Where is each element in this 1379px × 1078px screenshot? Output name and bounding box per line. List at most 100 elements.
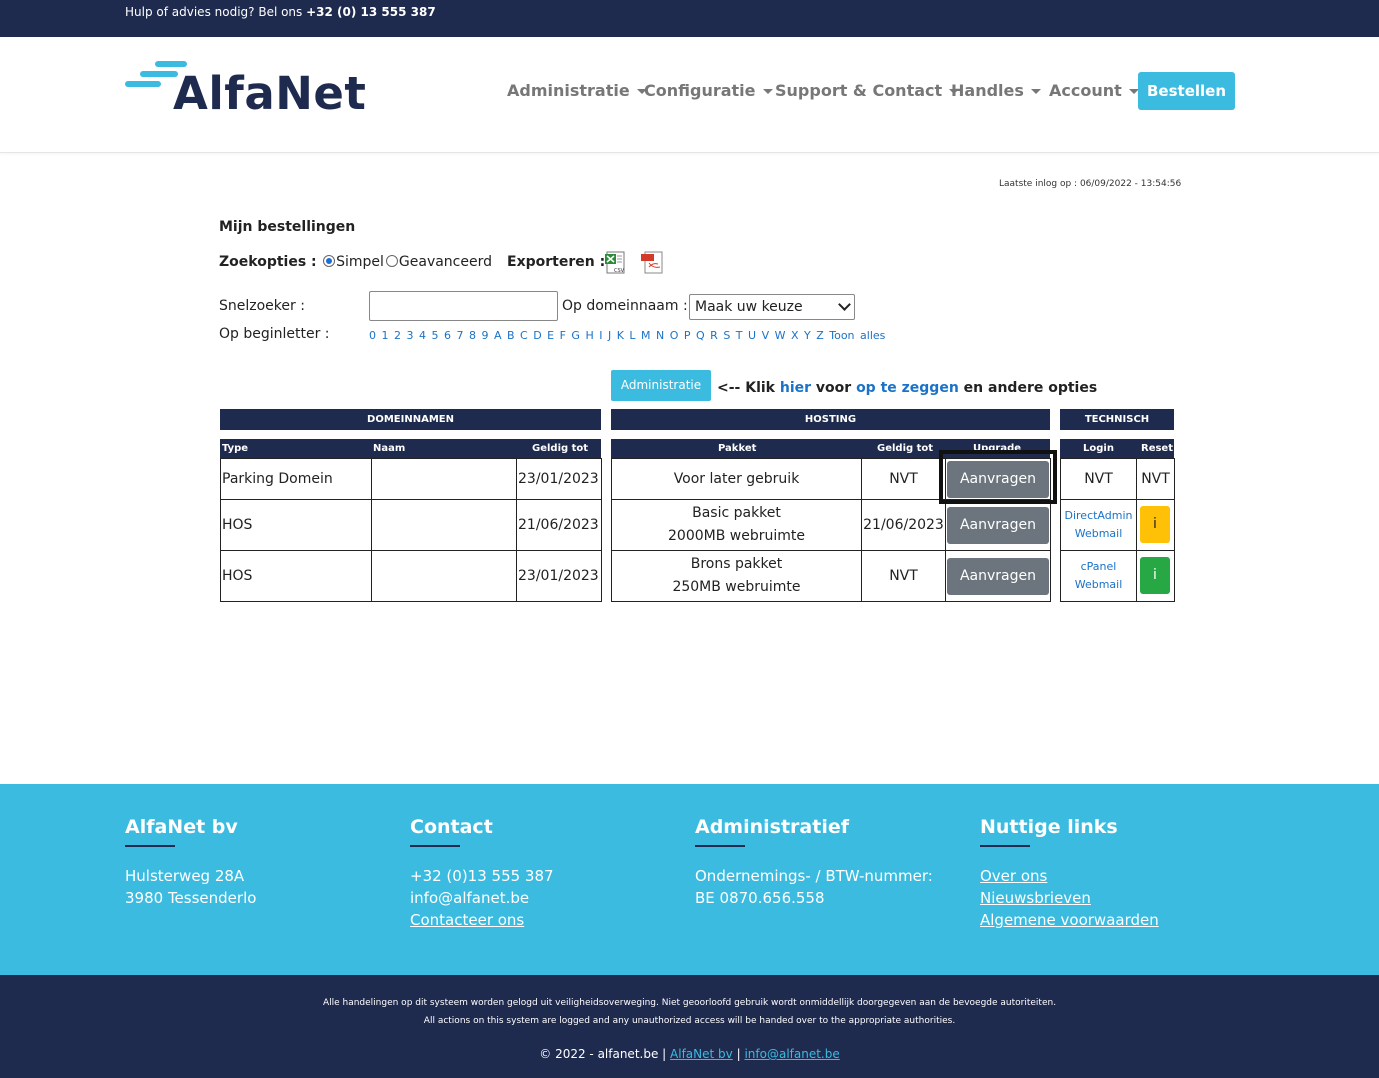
quick-search-label: Snelzoeker :: [219, 298, 305, 314]
caret-down-icon: [762, 89, 773, 94]
footer-links-title: Nuttige links: [980, 816, 1118, 838]
footer-links: Nuttige links Over ons Nieuwsbrieven Alg…: [980, 816, 1159, 931]
footer-divider: [695, 845, 745, 847]
order-button[interactable]: Bestellen: [1138, 72, 1235, 110]
footer-phone[interactable]: +32 (0)13 555 387: [410, 865, 554, 887]
alfanet-logo[interactable]: AlfaNet: [125, 59, 367, 120]
search-options-label: Zoekopties :: [219, 254, 317, 270]
export-label: Exporteren :: [507, 254, 606, 270]
cell-name: [371, 550, 517, 602]
cpanel-link[interactable]: cPanel: [1081, 558, 1117, 576]
nav-label: Account: [1049, 81, 1122, 100]
footer-company-title: AlfaNet bv: [125, 816, 238, 838]
csv-file-icon[interactable]: CSV: [604, 251, 628, 275]
footer-address-2: 3980 Tessenderlo: [125, 889, 257, 907]
footer-vat-label: Ondernemings- / BTW-nummer:: [695, 867, 933, 885]
package-line2: 2000MB webruimte: [668, 528, 805, 544]
package-line1: Voor later gebruik: [673, 471, 800, 487]
cell-type: HOS: [220, 550, 372, 602]
cell-reset: NVT: [1136, 458, 1175, 500]
administratie-button[interactable]: Administratie: [611, 370, 711, 401]
contact-link[interactable]: Contacteer ons: [410, 911, 524, 929]
package-line2: 250MB webruimte: [672, 579, 801, 595]
legal-notice-en: All actions on this system are logged an…: [423, 1016, 956, 1026]
cell-type: HOS: [220, 499, 372, 551]
cell-package: Voor later gebruik: [611, 458, 862, 500]
help-phone[interactable]: +32 (0) 13 555 387: [306, 5, 436, 19]
hint-prefix: <-- Klik: [717, 380, 775, 396]
nav-account[interactable]: Account: [1049, 81, 1139, 100]
domain-column-headers: Type Naam Geldig tot: [220, 439, 601, 458]
link-nieuwsbrieven[interactable]: Nieuwsbrieven: [980, 889, 1091, 907]
footer-address-1: Hulsterweg 28A: [125, 867, 245, 885]
letter-filter-label: Op beginletter :: [219, 326, 330, 342]
pdf-file-icon[interactable]: [640, 251, 666, 275]
nav-administratie[interactable]: Administratie: [507, 81, 647, 100]
caret-down-icon: [1030, 89, 1041, 94]
hint-link-cancel[interactable]: op te zeggen: [856, 380, 959, 396]
section-domains: DOMEINNAMEN: [220, 409, 601, 430]
chevron-down-icon: [838, 298, 851, 311]
nav-support-contact[interactable]: Support & Contact: [775, 81, 960, 100]
col-package: Pakket: [718, 443, 757, 454]
cell-valid: 21/06/2023: [516, 499, 602, 551]
footer-company: AlfaNet bv Hulsterweg 28A 3980 Tessenderl…: [125, 816, 256, 909]
letter-filter-links[interactable]: 0 1 2 3 4 5 6 7 8 9 A B C D E F G H I J …: [369, 329, 885, 342]
hint-link-here[interactable]: hier: [780, 380, 811, 396]
reset-info-button[interactable]: i: [1140, 557, 1170, 594]
nav-label: Configuratie: [644, 81, 756, 100]
nav-label: Support & Contact: [775, 81, 943, 100]
cell-package: Basic pakket 2000MB webruimte: [611, 499, 862, 551]
cell-name: [371, 499, 517, 551]
section-hosting: HOSTING: [611, 409, 1050, 430]
section-technical: TECHNISCH: [1060, 409, 1174, 430]
package-line1: Basic pakket: [692, 505, 781, 521]
footer-divider: [410, 845, 460, 847]
svg-text:CSV: CSV: [614, 268, 625, 274]
nav-handles[interactable]: Handles: [951, 81, 1041, 100]
col-name: Naam: [373, 443, 406, 454]
radio-advanced[interactable]: [385, 255, 398, 267]
upgrade-request-button[interactable]: Aanvragen: [947, 558, 1049, 595]
footer-divider: [125, 845, 175, 847]
page-title: Mijn bestellingen: [219, 219, 356, 235]
cell-name: [371, 458, 517, 500]
link-over-ons[interactable]: Over ons: [980, 867, 1047, 885]
domain-filter-label: Op domeinnaam :: [562, 298, 688, 314]
footer-contact: Contact +32 (0)13 555 387 info@alfanet.be…: [410, 816, 554, 931]
footer-admin-title: Administratief: [695, 816, 849, 838]
hint-text: <-- Klik hier voor op te zeggen en ander…: [717, 380, 1097, 396]
col-type: Type: [222, 443, 249, 454]
radio-simple-label: Simpel: [336, 254, 384, 270]
link-voorwaarden[interactable]: Algemene voorwaarden: [980, 911, 1159, 929]
footer-admin: Administratief Ondernemings- / BTW-numme…: [695, 816, 933, 909]
cell-valid2: 21/06/2023: [861, 499, 946, 551]
domain-select-value: Maak uw keuze: [695, 299, 803, 315]
cell-valid: 23/01/2023: [516, 550, 602, 602]
logo-text: AlfaNet: [173, 67, 367, 120]
nav-configuratie[interactable]: Configuratie: [644, 81, 773, 100]
hint-suffix: en andere opties: [963, 380, 1098, 396]
nav-label: Administratie: [507, 81, 630, 100]
upgrade-request-button[interactable]: Aanvragen: [947, 507, 1049, 544]
bottom-bar: Alle handelingen op dit systeem worden g…: [0, 975, 1379, 1078]
site-header: AlfaNet Administratie Configuratie Suppo…: [0, 37, 1379, 153]
footer-email-link[interactable]: info@alfanet.be: [744, 1047, 839, 1061]
cell-type: Parking Domein: [220, 458, 372, 500]
radio-simple[interactable]: [323, 255, 336, 267]
col-login: Login: [1083, 443, 1114, 454]
login-text: NVT: [1084, 471, 1113, 487]
footer-contact-title: Contact: [410, 816, 493, 838]
last-login: Laatste inlog op : 06/09/2022 - 13:54:56: [999, 179, 1182, 189]
domain-select[interactable]: Maak uw keuze: [689, 294, 855, 320]
webmail-link[interactable]: Webmail: [1075, 576, 1123, 594]
directadmin-link[interactable]: DirectAdmin: [1065, 507, 1133, 525]
webmail-link[interactable]: Webmail: [1075, 525, 1123, 543]
reset-info-button[interactable]: i: [1140, 506, 1170, 543]
quick-search-input[interactable]: [369, 291, 558, 321]
footer-company-link[interactable]: AlfaNet bv: [670, 1047, 733, 1061]
top-info-bar: Hulp of advies nodig? Bel ons +32 (0) 13…: [0, 0, 1379, 37]
footer-email[interactable]: info@alfanet.be: [410, 887, 554, 909]
site-footer: AlfaNet bv Hulsterweg 28A 3980 Tessenderl…: [0, 784, 1379, 975]
copyright-line: © 2022 - alfanet.be | AlfaNet bv | info@…: [0, 1047, 1379, 1061]
